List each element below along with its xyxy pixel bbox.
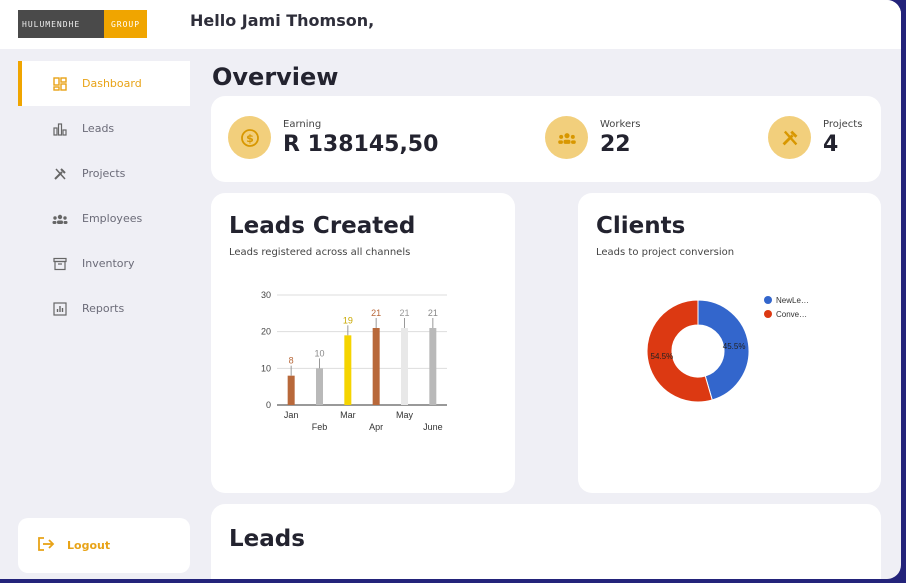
logo-left-text: HULUMENDHE — [18, 10, 104, 38]
dollar-icon: $ — [228, 116, 271, 159]
y-tick-label: 20 — [261, 327, 271, 337]
sidebar-item-label: Dashboard — [82, 77, 142, 90]
sidebar-item-reports[interactable]: Reports — [18, 286, 190, 331]
stat-label: Projects — [823, 118, 863, 130]
sidebar-item-dashboard[interactable]: Dashboard — [18, 61, 190, 106]
stat-workers: Workers 22 — [545, 116, 640, 159]
x-tick-label: Jan — [284, 410, 299, 420]
report-icon — [52, 301, 68, 317]
sidebar-item-label: Employees — [82, 212, 143, 225]
stat-value: R 138145,50 — [283, 131, 439, 157]
data-label: 8 — [289, 356, 294, 366]
stat-earning: $ Earning R 138145,50 — [228, 116, 438, 159]
stat-label: Workers — [600, 118, 641, 130]
x-tick-label: June — [423, 422, 443, 432]
logout-button[interactable]: Logout — [18, 518, 190, 573]
card-title: Clients — [596, 213, 686, 239]
logout-label: Logout — [67, 539, 111, 552]
legend-swatch — [764, 296, 772, 304]
card-subtitle: Leads to project conversion — [596, 247, 735, 258]
leads-table-card: Leads — [211, 504, 881, 579]
clients-donut-chart: 45.5% 54.5% NewLe… Conve… — [646, 296, 809, 403]
x-tick-label: Mar — [340, 410, 356, 420]
stat-projects: Projects 4 — [768, 116, 862, 159]
legend-swatch — [764, 310, 772, 318]
top-bar: HULUMENDHE GROUP Hello Jami Thomson, — [0, 0, 901, 49]
archive-icon — [52, 256, 68, 272]
legend-label: NewLe… — [776, 296, 809, 305]
sidebar-item-inventory[interactable]: Inventory — [18, 241, 190, 286]
sidebar-item-label: Reports — [82, 302, 125, 315]
sidebar-item-label: Leads — [82, 122, 115, 135]
x-tick-label: May — [396, 410, 414, 420]
bar — [287, 375, 295, 405]
sidebar-item-label: Projects — [82, 167, 126, 180]
bar — [401, 328, 408, 405]
tools-icon — [52, 166, 68, 182]
y-tick-label: 30 — [261, 290, 271, 300]
data-label: 21 — [428, 308, 438, 318]
logo-right-text: GROUP — [104, 10, 147, 38]
people-icon — [52, 211, 68, 227]
page-title: Overview — [212, 63, 339, 91]
greeting: Hello Jami Thomson, — [190, 11, 375, 30]
dashboard-icon — [52, 76, 68, 92]
card-subtitle: Leads registered across all channels — [229, 247, 411, 258]
data-label: 21 — [371, 308, 381, 318]
stat-value: 22 — [600, 131, 631, 157]
bar-chart-icon — [52, 121, 68, 137]
sidebar: Dashboard Leads Projects Employees Inven… — [18, 61, 190, 331]
sidebar-item-projects[interactable]: Projects — [18, 151, 190, 196]
slice-label: 54.5% — [651, 352, 674, 361]
app-window: HULUMENDHE GROUP Hello Jami Thomson, Das… — [0, 0, 901, 579]
x-tick-label: Feb — [312, 422, 328, 432]
bar — [372, 328, 380, 405]
bar — [344, 335, 352, 405]
sidebar-item-label: Inventory — [82, 257, 135, 270]
people-icon — [545, 116, 588, 159]
sidebar-item-leads[interactable]: Leads — [18, 106, 190, 151]
svg-text:$: $ — [246, 132, 254, 145]
logout-icon — [37, 536, 55, 556]
data-label: 19 — [343, 315, 353, 325]
stat-label: Earning — [283, 118, 322, 130]
data-label: 21 — [399, 308, 409, 318]
card-title: Leads Created — [229, 213, 416, 239]
stat-value: 4 — [823, 131, 839, 157]
company-logo[interactable]: HULUMENDHE GROUP — [18, 10, 147, 38]
clients-card: Clients Leads to project conversion 45.5… — [578, 193, 881, 493]
data-label: 10 — [314, 348, 324, 358]
legend-label: Conve… — [776, 310, 807, 319]
leads-bar-chart: 0 10 20 30 8 Jan 10 Feb 19 Mar 21 Apr 21 May 21 June — [261, 290, 447, 432]
x-tick-label: Apr — [369, 422, 383, 432]
y-tick-label: 10 — [261, 363, 271, 373]
y-tick-label: 0 — [266, 400, 271, 410]
sidebar-item-employees[interactable]: Employees — [18, 196, 190, 241]
tools-icon — [768, 116, 811, 159]
leads-created-card: Leads Created Leads registered across al… — [211, 193, 515, 493]
bar — [316, 368, 323, 405]
slice-label: 45.5% — [723, 342, 746, 351]
bar — [429, 328, 437, 405]
card-title: Leads — [229, 526, 305, 552]
stats-card: $ Earning R 138145,50 Workers 22 Project… — [211, 96, 881, 182]
